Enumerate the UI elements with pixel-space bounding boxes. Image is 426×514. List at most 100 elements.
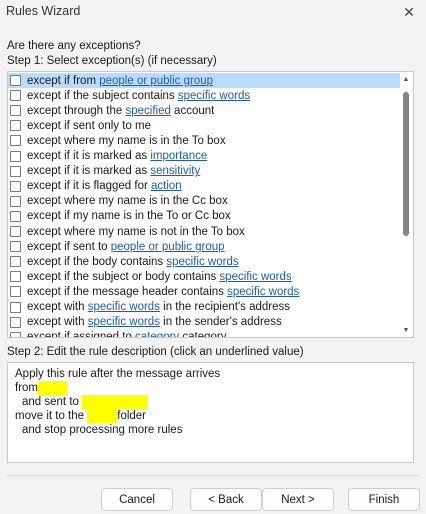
exception-row[interactable]: except if my name is in the To or Cc box [8, 209, 400, 224]
scroll-up-icon[interactable]: ▲ [401, 74, 411, 84]
desc-stop-line: and stop processing more rules [22, 424, 183, 436]
exception-label: except if sent only to me [27, 119, 151, 133]
close-icon[interactable]: ✕ [392, 0, 426, 24]
finish-button[interactable]: Finish [348, 488, 420, 511]
exception-row[interactable]: except with specific words in the sender… [8, 315, 400, 330]
exception-row[interactable]: except if it is marked as importance [8, 149, 400, 164]
exception-row[interactable]: except if it is flagged for action [8, 179, 400, 194]
next-button[interactable]: Next > [262, 488, 334, 511]
exception-checkbox[interactable] [10, 331, 21, 337]
exception-text: except where my name is in the To box [27, 134, 226, 147]
exception-checkbox[interactable] [10, 180, 21, 192]
step1-label: Step 1: Select exception(s) (if necessar… [7, 55, 217, 67]
desc-from-line: from [15, 381, 67, 395]
step2-label: Step 2: Edit the rule description (click… [7, 346, 304, 358]
exception-row[interactable]: except if the subject or body contains s… [8, 269, 400, 284]
exception-checkbox[interactable] [10, 195, 21, 207]
exception-label: except if my name is in the To or Cc box [27, 209, 231, 223]
exception-link[interactable]: specified [125, 105, 170, 117]
exception-checkbox[interactable] [10, 256, 21, 268]
exception-text: except if it is marked as [27, 165, 151, 178]
exception-label: except if the subject contains specific … [27, 89, 250, 103]
exception-row[interactable]: except if it is marked as sensitivity [8, 164, 400, 179]
desc-sent-to-text: and sent to [22, 396, 79, 408]
exception-link[interactable]: specific words [88, 316, 160, 328]
sent-to-value-placeholder[interactable] [82, 395, 149, 409]
exception-label: except if the message header contains sp… [27, 285, 299, 299]
exception-checkbox[interactable] [10, 271, 21, 283]
exception-link[interactable]: action [151, 180, 182, 192]
window-title: Rules Wizard [6, 4, 81, 18]
exception-row[interactable]: except if from people or public group [8, 73, 400, 89]
exception-text: account [170, 104, 215, 117]
exception-text: except if from [27, 74, 100, 87]
exception-link[interactable]: specific words [219, 271, 291, 283]
exception-row[interactable]: except if the message header contains sp… [8, 284, 400, 299]
exception-link[interactable]: importance [150, 150, 207, 162]
exception-text: except if it is marked as [27, 150, 151, 163]
exception-label: except through the specified account [27, 104, 214, 118]
footer-divider [7, 475, 419, 476]
exception-checkbox[interactable] [10, 90, 21, 102]
exception-link[interactable]: people or public group [99, 75, 213, 87]
exception-text: except with [27, 316, 88, 329]
exception-checkbox[interactable] [10, 210, 21, 222]
exception-checkbox[interactable] [10, 135, 21, 147]
exception-text: except where my name is not in the To bo… [27, 225, 245, 238]
exception-link[interactable]: specific words [227, 286, 299, 298]
exception-checkbox[interactable] [10, 120, 21, 132]
exception-link[interactable]: specific words [166, 256, 238, 268]
exception-row[interactable]: except if sent only to me [8, 118, 400, 133]
cancel-button[interactable]: Cancel [101, 488, 173, 511]
desc-move-prefix: move it to the [15, 410, 85, 422]
exception-checkbox[interactable] [10, 316, 21, 328]
exception-checkbox[interactable] [10, 301, 21, 313]
exception-text: category [179, 331, 227, 338]
exception-checkbox[interactable] [10, 241, 21, 253]
exception-text: except if my name is in the To or Cc box [27, 210, 231, 223]
exceptions-list[interactable]: except if assigned to category category e… [7, 71, 414, 338]
exception-row[interactable]: except with specific words in the recipi… [8, 300, 400, 315]
exception-row[interactable]: except through the specified account [8, 103, 400, 118]
exception-checkbox[interactable] [10, 105, 21, 117]
scroll-down-icon[interactable]: ▼ [401, 325, 411, 335]
exception-label: except if the subject or body contains s… [27, 270, 292, 284]
exception-text: in the recipient's address [159, 301, 290, 314]
exception-text: except if the subject or body contains [27, 270, 220, 283]
exception-link[interactable]: sensitivity [150, 165, 200, 177]
exception-row[interactable]: except if the body contains specific wor… [8, 254, 400, 269]
exception-row[interactable]: except where my name is not in the To bo… [8, 224, 400, 239]
rule-description-box: Apply this rule after the message arrive… [7, 362, 414, 463]
exception-text: except if sent only to me [27, 119, 152, 132]
exception-text: except if the body contains [27, 255, 167, 268]
back-button[interactable]: < Back [190, 488, 262, 511]
scrollbar-thumb[interactable] [403, 92, 409, 236]
exception-checkbox[interactable] [10, 75, 21, 87]
exception-checkbox[interactable] [10, 165, 21, 177]
exception-label: except where my name is in the Cc box [27, 194, 228, 208]
exception-link[interactable]: people or public group [111, 241, 225, 253]
exception-link[interactable]: specific words [88, 301, 160, 313]
exception-text: except through the [27, 104, 126, 117]
exception-row[interactable]: except if assigned to category category [8, 330, 400, 338]
exception-text: except if the message header contains [27, 285, 228, 298]
exception-label: except with specific words in the recipi… [27, 300, 290, 314]
exception-label: except if it is flagged for action [27, 179, 182, 193]
desc-from-text: from [15, 382, 38, 394]
exceptions-prompt: Are there any exceptions? [7, 40, 141, 52]
exception-row[interactable]: except if the subject contains specific … [8, 88, 400, 103]
exception-row[interactable]: except where my name is in the To box [8, 133, 400, 148]
folder-value-placeholder[interactable] [87, 409, 118, 423]
exception-label: except if from people or public group [27, 74, 213, 88]
exception-link[interactable]: category [135, 331, 179, 337]
exception-checkbox[interactable] [10, 150, 21, 162]
exception-checkbox[interactable] [10, 286, 21, 298]
title-bar: Rules Wizard ✕ [0, 0, 426, 24]
exception-row[interactable]: except if sent to people or public group [8, 239, 400, 254]
from-value-placeholder[interactable] [38, 381, 67, 395]
exception-link[interactable]: specific words [178, 90, 250, 102]
exception-row[interactable]: except where my name is in the Cc box [8, 194, 400, 209]
exception-label: except with specific words in the sender… [27, 315, 282, 329]
exception-checkbox[interactable] [10, 226, 21, 238]
exception-text: except if it is flagged for [27, 180, 152, 193]
